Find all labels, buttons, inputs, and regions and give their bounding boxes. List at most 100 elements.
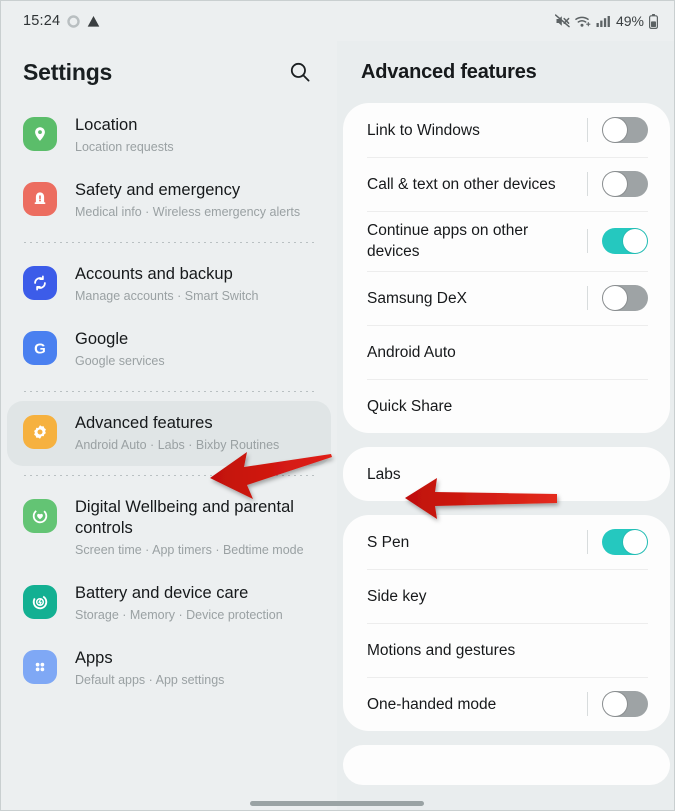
sidebar-item-advanced-features[interactable]: Advanced features Android Auto · Labs · … <box>7 401 331 466</box>
row-continue-apps-other-devices[interactable]: Continue apps on other devices <box>343 211 670 271</box>
sidebar-group-1: Location Location requests Safety and em… <box>1 103 337 233</box>
toggle-wrap <box>587 228 648 254</box>
sidebar-item-text: Accounts and backup Manage accounts · Sm… <box>75 264 258 305</box>
phone-screen: 15:24 49% Settings Location Location req… <box>0 0 675 811</box>
row-label: Continue apps on other devices <box>367 222 529 260</box>
toggle-wrap <box>587 529 648 555</box>
sidebar-item-accounts-and-backup[interactable]: Accounts and backup Manage accounts · Sm… <box>7 252 331 317</box>
cellular-signal-icon <box>596 15 610 28</box>
toggle-wrap <box>587 285 648 311</box>
detail-header: Advanced features <box>337 41 674 103</box>
toggle-knob <box>603 172 627 196</box>
row-label: Labs <box>367 465 401 483</box>
sidebar-item-sublabel: Default apps · App settings <box>75 673 225 687</box>
toggle-call-text-other-devices[interactable] <box>602 171 648 197</box>
row-label: Motions and gestures <box>367 641 516 659</box>
row-label: S Pen <box>367 533 410 551</box>
sidebar-item-label: Apps <box>75 649 113 667</box>
toggle-link-to-windows[interactable] <box>602 117 648 143</box>
row-label: Samsung DeX <box>367 289 467 307</box>
navigation-home-bar[interactable] <box>250 801 424 806</box>
toggle-knob <box>623 530 647 554</box>
toggle-s-pen[interactable] <box>602 529 648 555</box>
search-icon[interactable] <box>285 57 315 87</box>
row-android-auto[interactable]: Android Auto <box>343 325 670 379</box>
row-call-text-other-devices[interactable]: Call & text on other devices <box>343 157 670 211</box>
toggle-divider <box>587 172 588 196</box>
sidebar-item-text: Digital Wellbeing and parental controls … <box>75 497 305 559</box>
sidebar-item-sublabel: Medical info · Wireless emergency alerts <box>75 205 301 219</box>
sidebar-group-3: Advanced features Android Auto · Labs · … <box>1 401 337 466</box>
sidebar-group-4: Digital Wellbeing and parental controls … <box>1 485 337 701</box>
sidebar-item-sublabel: Android Auto · Labs · Bixby Routines <box>75 438 280 452</box>
warning-triangle-icon <box>87 15 100 28</box>
sidebar-item-google[interactable]: G Google Google services <box>7 317 331 382</box>
sidebar-group-2: Accounts and backup Manage accounts · Sm… <box>1 252 337 382</box>
settings-card: Link to Windows Call & text on other dev… <box>343 103 670 433</box>
status-bar-left: 15:24 <box>23 13 100 29</box>
toggle-divider <box>587 286 588 310</box>
row-samsung-dex[interactable]: Samsung DeX <box>343 271 670 325</box>
settings-card-input: S Pen Side key Motions and gestures One-… <box>343 515 670 731</box>
sidebar-item-location[interactable]: Location Location requests <box>7 103 331 168</box>
row-label: Side key <box>367 587 427 605</box>
safety-emergency-icon <box>23 182 57 216</box>
row-label: Android Auto <box>367 343 456 361</box>
status-bar: 15:24 49% <box>1 1 674 41</box>
sync-accounts-icon <box>23 266 57 300</box>
gear-advanced-icon <box>23 415 57 449</box>
sidebar-divider <box>23 475 315 476</box>
row-link-to-windows[interactable]: Link to Windows <box>343 103 670 157</box>
sidebar-item-label: Digital Wellbeing and parental controls <box>75 498 294 537</box>
toggle-knob <box>603 286 627 310</box>
location-pin-icon <box>23 117 57 151</box>
detail-title: Advanced features <box>361 60 537 83</box>
sidebar-divider <box>23 242 315 243</box>
toggle-one-handed-mode[interactable] <box>602 691 648 717</box>
sidebar-item-apps[interactable]: Apps Default apps · App settings <box>7 636 331 701</box>
sidebar-item-text: Google Google services <box>75 329 165 370</box>
sidebar-item-label: Battery and device care <box>75 584 249 602</box>
sidebar-header: Settings <box>1 41 337 103</box>
sidebar-item-sublabel: Manage accounts · Smart Switch <box>75 289 259 303</box>
toggle-continue-apps-other-devices[interactable] <box>602 228 648 254</box>
toggle-divider <box>587 118 588 142</box>
row-label: Link to Windows <box>367 121 480 139</box>
row-one-handed-mode[interactable]: One-handed mode <box>343 677 670 731</box>
toggle-divider <box>587 692 588 716</box>
toggle-divider <box>587 229 588 253</box>
status-bar-clock: 15:24 <box>23 13 61 29</box>
sidebar-item-text: Apps Default apps · App settings <box>75 648 224 689</box>
sidebar-item-text: Advanced features Android Auto · Labs · … <box>75 413 279 454</box>
sidebar-item-label: Google <box>75 330 129 348</box>
advanced-features-detail-pane: Advanced features Link to Windows Call &… <box>337 41 674 810</box>
sidebar-item-sublabel: Storage · Memory · Device protection <box>75 608 283 622</box>
sidebar-item-sublabel: Screen time · App timers · Bedtime mode <box>75 543 304 557</box>
sidebar-item-safety-and-emergency[interactable]: Safety and emergency Medical info · Wire… <box>7 168 331 233</box>
row-s-pen[interactable]: S Pen <box>343 515 670 569</box>
sidebar-item-label: Location <box>75 116 138 134</box>
toggle-samsung-dex[interactable] <box>602 285 648 311</box>
sidebar-item-digital-wellbeing[interactable]: Digital Wellbeing and parental controls … <box>7 485 331 571</box>
row-side-key[interactable]: Side key <box>343 569 670 623</box>
row-motions-and-gestures[interactable]: Motions and gestures <box>343 623 670 677</box>
toggle-wrap <box>587 171 648 197</box>
sidebar-item-label: Advanced features <box>75 414 213 432</box>
row-labs[interactable]: Labs <box>343 447 670 501</box>
loading-spinner-icon <box>67 14 80 28</box>
row-label: One-handed mode <box>367 695 497 713</box>
settings-sidebar: Settings Location Location requests Safe… <box>1 41 337 810</box>
toggle-wrap <box>587 117 648 143</box>
sidebar-item-battery-and-device-care[interactable]: Battery and device care Storage · Memory… <box>7 571 331 636</box>
row-label: Call & text on other devices <box>367 175 556 193</box>
settings-card-labs: Labs <box>343 447 670 501</box>
google-g-icon: G <box>23 331 57 365</box>
wellbeing-heart-icon <box>23 499 57 533</box>
toggle-divider <box>587 530 588 554</box>
status-bar-right: 49% <box>554 13 658 29</box>
sidebar-item-label: Safety and emergency <box>75 181 241 199</box>
sidebar-item-text: Location Location requests <box>75 115 174 156</box>
row-quick-share[interactable]: Quick Share <box>343 379 670 433</box>
wifi-icon <box>575 15 591 28</box>
sidebar-item-text: Battery and device care Storage · Memory… <box>75 583 283 624</box>
